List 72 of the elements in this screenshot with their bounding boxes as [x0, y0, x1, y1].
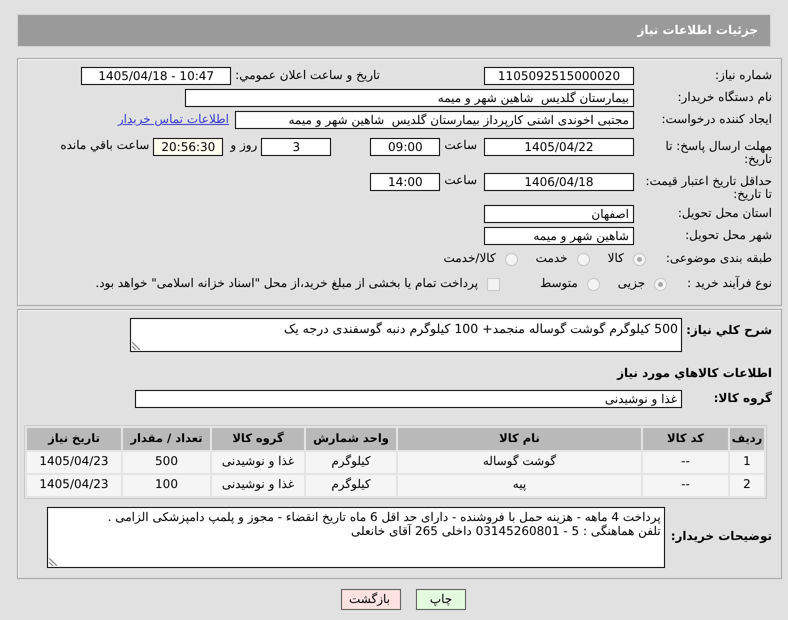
field-label: ساعت [444, 173, 477, 189]
radio-label: کالا [608, 251, 624, 267]
buyer-notes-box[interactable]: پرداخت 4 ماهه - هزینه حمل با فروشنده - دارای حد اقل 6 ماه تاریخ انقضاء - مجوز و پلمپ دامپزشکی الزامی . تلفن هماهنگی : 5 - 03145260801 داخلی 265 آقای خانعلی [46, 506, 665, 568]
radio-button[interactable] [632, 252, 646, 266]
table-cell: غذا و نوشیدنی [212, 452, 304, 473]
column-header: ردیف [730, 428, 764, 450]
field-label: روز و [230, 138, 258, 154]
table-cell: کیلوگرم [306, 452, 396, 473]
field-label: شماره نیاز: [715, 68, 772, 82]
radio-label: متوسط [540, 276, 578, 292]
table-cell: 1 [730, 452, 764, 473]
resize-grip-icon[interactable] [48, 556, 58, 566]
field-label: ساعت باقي مانده [60, 138, 150, 154]
field-label: شرح کلي نیاز: [686, 323, 772, 337]
field-label: تاریخ و ساعت اعلان عمومي: [235, 68, 380, 84]
remaining-time-field[interactable]: 20:56:30 [153, 138, 224, 156]
field-label: نوع فرآیند خرید : [687, 276, 772, 292]
radio-button[interactable] [586, 278, 600, 290]
field-label: طبقه بندی موضوعی: [666, 251, 772, 267]
back-button[interactable]: بازگشت [341, 588, 401, 610]
table-cell: 100 [123, 474, 210, 496]
description-box[interactable]: 500 کیلوگرم گوشت گوساله منجمد+ 100 کیلوگرم دنبه گوسفندی درجه یک [130, 318, 682, 352]
table-cell: 500 [123, 452, 210, 473]
field-label: گروه کالا: [714, 390, 772, 405]
column-header: واحد شمارش [306, 428, 396, 450]
province-field[interactable]: اصفهان [484, 205, 634, 223]
column-header: نام کالا [398, 428, 641, 450]
print-button[interactable]: چاپ [416, 588, 466, 610]
column-header: گروه کالا [212, 428, 304, 450]
column-header: تاریخ نیاز [27, 428, 121, 450]
radio-label: کالا/خدمت [443, 251, 496, 267]
radio-label: جزیی [618, 276, 646, 292]
table-cell: -- [643, 452, 728, 473]
field-label: نام دستگاه خریدار: [678, 90, 772, 104]
field-label: شهر محل تحویل: [685, 228, 772, 242]
checkbox[interactable] [487, 278, 500, 290]
date-field[interactable]: 1405/04/22 [484, 138, 634, 156]
days-field[interactable]: 3 [261, 138, 332, 156]
checkbox-label: پرداخت تمام یا بخشی از مبلغ خرید،از محل "اسناد خزانه اسلامی" خواهد بود. [95, 276, 478, 292]
field-label: مهلت ارسال پاسخ: تا تاریخ: [665, 139, 772, 166]
time-field[interactable]: 09:00 [370, 138, 440, 156]
section-heading: اطلاعات کالاهاي مورد نیاز [617, 366, 772, 382]
table-cell: 2 [730, 474, 764, 496]
radio-button[interactable] [504, 252, 518, 266]
contact-link[interactable]: اطلاعات تماس خریدار [118, 112, 229, 128]
time-field[interactable]: 14:00 [370, 173, 440, 191]
column-header: کد کالا [643, 428, 728, 450]
table-cell: -- [643, 474, 728, 496]
field-label: استان محل تحویل: [678, 206, 772, 220]
radio-button[interactable] [576, 252, 590, 266]
field-label: ایجاد کننده درخواست: [661, 112, 772, 126]
page-title: جزئیات اطلاعات نیاز [637, 22, 758, 38]
date-field[interactable]: 1406/04/18 [484, 173, 634, 191]
column-header: تعداد / مقدار [123, 428, 210, 450]
table-cell: کیلوگرم [306, 474, 396, 496]
table-cell: 1405/04/23 [27, 474, 121, 496]
city-field[interactable]: شاهین شهر و میمه [484, 227, 634, 245]
buyer-org-field[interactable]: بیمارستان گلدیس شاهین شهر و میمه [185, 89, 634, 107]
need-number-field[interactable]: 1105092515000020 [484, 67, 634, 85]
goods-group-field[interactable]: غذا و نوشیدنی [135, 390, 682, 408]
field-label: حداقل تاریخ اعتبار قیمت: تا تاریخ: [645, 174, 772, 201]
field-label: توضیحات خریدار: [670, 529, 772, 545]
table-cell: گوشت گوساله [398, 452, 641, 473]
requester-field[interactable]: مجتبی اخوندی اشنی کارپرداز بیمارستان گلدیس شاهین شهر و میمه [235, 111, 634, 129]
resize-grip-icon[interactable] [132, 341, 141, 350]
table-cell: غذا و نوشیدنی [212, 474, 304, 496]
table-cell: پیه [398, 474, 641, 496]
radio-label: خدمت [536, 251, 568, 267]
radio-button[interactable] [654, 278, 668, 290]
table-cell: 1405/04/23 [27, 452, 121, 473]
announcement-date-field[interactable]: 1405/04/18 - 10:47 [81, 67, 232, 85]
field-label: ساعت [444, 138, 477, 154]
